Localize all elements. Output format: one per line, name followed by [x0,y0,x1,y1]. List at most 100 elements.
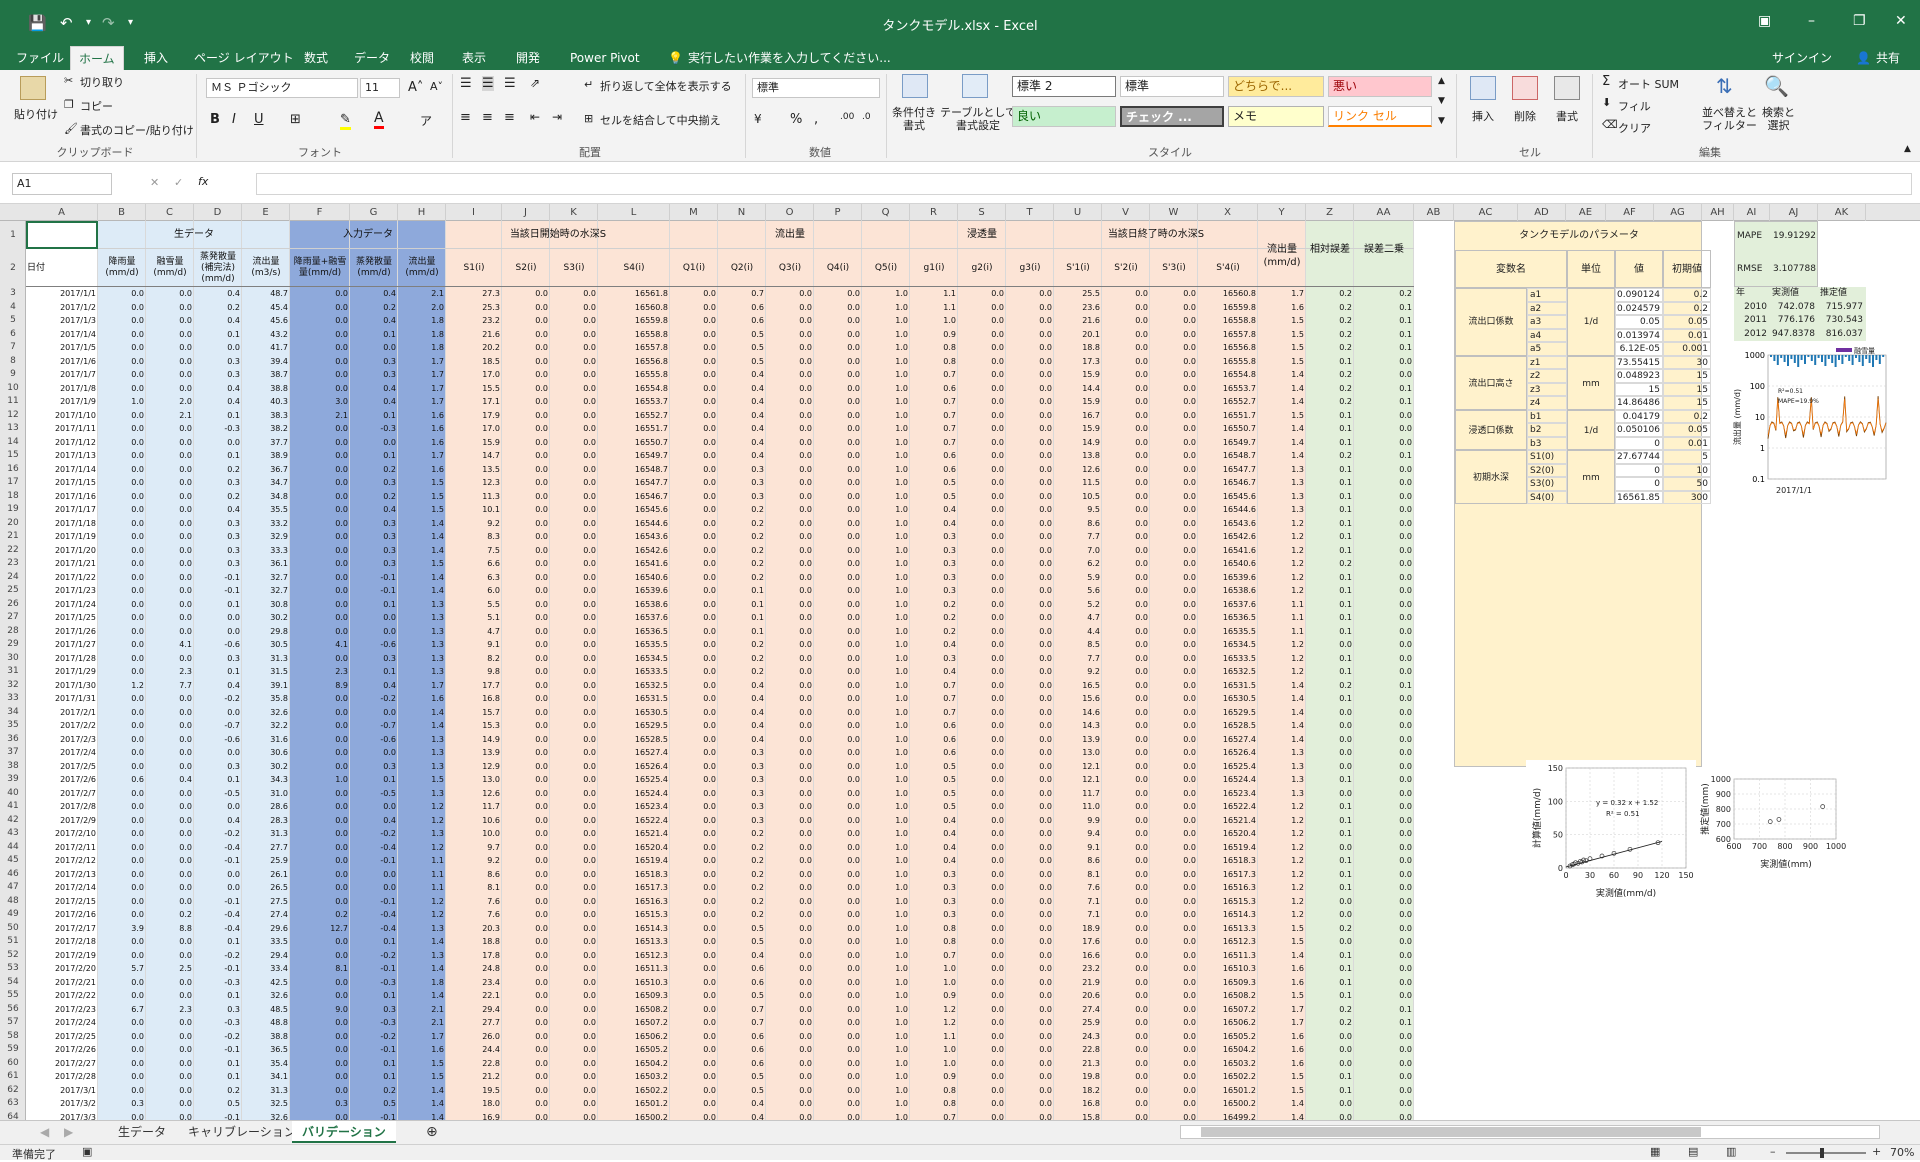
data-cell[interactable]: 16557.8 [1198,328,1258,341]
data-cell[interactable]: 1.7 [398,395,446,408]
data-cell[interactable]: 17.9 [446,409,502,422]
data-cell[interactable]: 0.3 [350,652,398,665]
data-cell[interactable]: 0.0 [958,611,1006,624]
data-cell[interactable]: -0.2 [350,1030,398,1043]
data-cell[interactable]: 16549.7 [1198,436,1258,449]
data-cell[interactable]: 0.0 [1354,949,1414,962]
data-cell[interactable]: 1.0 [862,1084,910,1097]
row-header[interactable]: 23 [0,557,26,571]
data-cell[interactable]: 0.0 [1102,476,1150,489]
data-cell[interactable]: 0.4 [718,706,766,719]
data-cell[interactable]: 0.0 [766,287,814,300]
data-cell[interactable]: 0.7 [910,692,958,705]
data-cell[interactable]: 4.1 [146,638,194,651]
data-cell[interactable]: 0.2 [1306,382,1354,395]
data-cell[interactable]: 0.0 [958,652,1006,665]
data-cell[interactable]: 0.1 [1306,355,1354,368]
data-cell[interactable]: 0.1 [350,665,398,678]
data-cell[interactable]: 0.0 [502,341,550,354]
data-cell[interactable]: 2.1 [398,287,446,300]
data-cell[interactable]: 16499.2 [1198,1111,1258,1121]
data-cell[interactable]: 1.8 [398,976,446,989]
data-cell[interactable]: 0.2 [350,301,398,314]
data-cell[interactable]: 0.2 [350,490,398,503]
data-cell[interactable]: 1.4 [398,706,446,719]
data-cell[interactable]: 0.2 [1354,287,1414,300]
data-cell[interactable]: 1.4 [398,517,446,530]
data-cell[interactable]: 0.0 [1102,517,1150,530]
data-cell[interactable]: 0.0 [502,1111,550,1121]
data-cell[interactable]: 1.0 [862,449,910,462]
data-cell[interactable]: 16510.3 [598,976,670,989]
data-cell[interactable]: 0.0 [1102,409,1150,422]
page-layout-view-icon[interactable]: ▤ [1688,1145,1698,1158]
data-cell[interactable]: 24.4 [446,1043,502,1056]
data-cell[interactable]: 0.0 [1102,544,1150,557]
data-cell[interactable]: 0.0 [670,908,718,921]
data-cell[interactable]: 0.0 [98,611,146,624]
data-cell[interactable]: 0.0 [814,1057,862,1070]
data-cell[interactable]: 0.0 [958,719,1006,732]
data-cell[interactable]: 0.0 [290,287,350,300]
data-cell[interactable]: 33.2 [242,517,290,530]
data-cell[interactable]: 8.1 [290,962,350,975]
data-cell[interactable]: 0.0 [814,1097,862,1110]
data-cell[interactable]: 0.0 [1102,571,1150,584]
horizontal-scrollbar[interactable] [1180,1125,1880,1139]
data-cell[interactable]: 1.2 [398,908,446,921]
data-cell[interactable]: 0.0 [98,719,146,732]
data-cell[interactable]: 0.0 [1306,1043,1354,1056]
data-cell[interactable]: 0.0 [290,301,350,314]
data-cell[interactable]: 0.0 [958,557,1006,570]
data-cell[interactable]: 0.0 [1102,1043,1150,1056]
row-header[interactable]: 15 [0,449,26,463]
param-initial[interactable]: 0.01 [1663,436,1711,450]
data-cell[interactable]: 0.0 [958,1003,1006,1016]
data-cell[interactable]: 0.5 [910,800,958,813]
data-cell[interactable]: 16558.8 [598,328,670,341]
data-cell[interactable]: 0.0 [502,773,550,786]
style-good[interactable]: 良い [1012,106,1116,127]
data-cell[interactable]: 0.0 [1354,881,1414,894]
data-cell[interactable]: 16511.3 [598,962,670,975]
data-cell[interactable]: 16525.4 [1198,760,1258,773]
data-cell[interactable]: -0.3 [350,422,398,435]
data-cell[interactable]: 0.0 [98,625,146,638]
data-cell[interactable]: 0.0 [502,652,550,665]
data-cell[interactable]: 0.0 [1006,368,1054,381]
data-cell[interactable]: 32.7 [242,571,290,584]
data-cell[interactable]: 0.0 [290,706,350,719]
data-cell[interactable]: 1.0 [862,881,910,894]
data-cell[interactable]: 0.0 [1150,868,1198,881]
data-cell[interactable]: 0.0 [670,584,718,597]
column-header[interactable]: I [446,204,502,221]
data-cell[interactable]: 0.6 [98,773,146,786]
data-cell[interactable]: 29.8 [242,625,290,638]
data-cell[interactable]: 16547.7 [1198,463,1258,476]
data-cell[interactable]: 0.0 [98,976,146,989]
data-cell[interactable]: 0.0 [670,733,718,746]
data-cell[interactable]: 1.3 [398,652,446,665]
data-cell[interactable]: -0.2 [194,827,242,840]
data-cell[interactable]: 0.0 [670,976,718,989]
data-cell[interactable]: 0.4 [718,368,766,381]
data-cell[interactable]: 2017/1/10 [26,409,98,422]
column-header[interactable]: Q [862,204,910,221]
conditional-format-icon[interactable] [902,74,928,98]
data-cell[interactable]: 1.0 [862,368,910,381]
data-cell[interactable]: 0.0 [1150,922,1198,935]
column-header[interactable]: C [146,204,194,221]
data-cell[interactable]: 0.0 [814,746,862,759]
data-cell[interactable]: 0.0 [1102,341,1150,354]
column-header[interactable]: AE [1566,204,1606,221]
data-cell[interactable]: 2017/1/14 [26,463,98,476]
data-cell[interactable]: 11.5 [1054,476,1102,489]
data-cell[interactable]: 0.0 [550,463,598,476]
data-cell[interactable]: 0.0 [1102,935,1150,948]
data-cell[interactable]: 0.4 [194,314,242,327]
row-header[interactable]: 12 [0,409,26,423]
data-cell[interactable]: 16553.7 [1198,382,1258,395]
data-cell[interactable]: 0.0 [766,733,814,746]
data-cell[interactable]: 16513.3 [1198,922,1258,935]
data-cell[interactable]: 0.0 [1102,814,1150,827]
